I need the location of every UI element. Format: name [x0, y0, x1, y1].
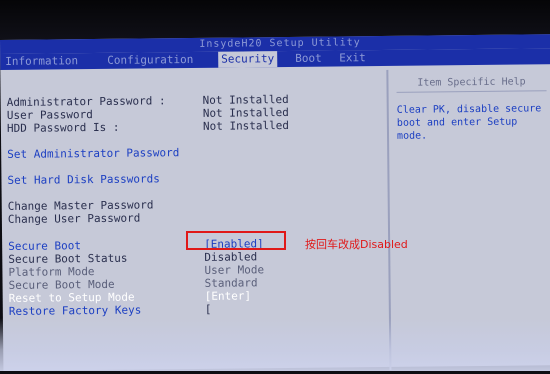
tab-configuration[interactable]: Configuration [104, 52, 196, 69]
restore-factory-keys-value[interactable]: [ [205, 303, 212, 316]
annotation-highlight-box [186, 231, 286, 250]
admin-password-value: Not Installed [203, 93, 289, 107]
help-text: Clear PK, disable secure boot and enter … [397, 102, 547, 143]
secure-boot-label: Secure Boot [8, 239, 81, 253]
reset-setup-mode-value[interactable]: [Enter] [205, 289, 251, 302]
platform-mode-label: Platform Mode [8, 265, 94, 279]
secure-boot-status-label: Secure Boot Status [8, 252, 127, 266]
screen-glare [0, 318, 550, 371]
user-password-label: User Password [7, 108, 93, 122]
change-user-password-label: Change User Password [8, 212, 141, 226]
tab-exit[interactable]: Exit [336, 50, 369, 66]
user-password-value: Not Installed [203, 106, 289, 120]
platform-mode-value: User Mode [204, 263, 264, 277]
tab-information[interactable]: Information [2, 53, 81, 70]
hdd-password-value: Not Installed [203, 119, 289, 133]
set-hdd-passwords-label: Set Hard Disk Passwords [7, 172, 159, 187]
monitor-bezel [0, 0, 550, 40]
set-admin-password-label: Set Administrator Password [7, 146, 179, 161]
secure-boot-mode-value: Standard [204, 276, 257, 290]
reset-setup-mode-label: Reset to Setup Mode [9, 291, 135, 305]
admin-password-label: Administrator Password : [7, 94, 166, 109]
tab-security[interactable]: Security [218, 51, 277, 68]
restore-factory-keys-label: Restore Factory Keys [9, 304, 142, 318]
annotation-text: 按回车改成Disabled [305, 236, 408, 252]
tab-boot[interactable]: Boot [292, 51, 325, 67]
secure-boot-status-value: Disabled [204, 250, 257, 264]
help-title: Item Specific Help [396, 74, 546, 93]
hdd-password-label: HDD Password Is : [7, 121, 120, 135]
secure-boot-mode-label: Secure Boot Mode [9, 278, 115, 292]
